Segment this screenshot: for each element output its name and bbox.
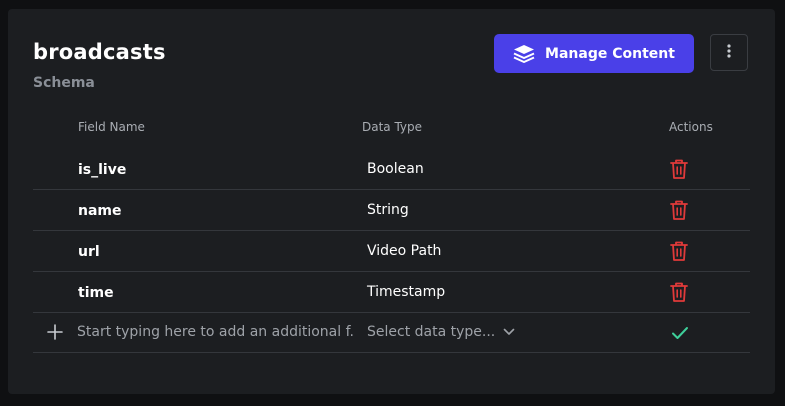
column-header-field-name: Field Name	[78, 120, 145, 134]
schema-card: broadcasts Schema Manage Content Field N…	[8, 9, 775, 394]
plus-icon[interactable]	[47, 324, 63, 344]
field-name-cell: is_live	[78, 162, 127, 178]
new-field-name-input[interactable]	[77, 324, 355, 340]
data-type-cell: Timestamp	[367, 284, 446, 300]
field-name-cell: name	[78, 203, 122, 219]
table-row: url Video Path	[33, 231, 750, 272]
layers-icon	[513, 44, 535, 64]
manage-content-label: Manage Content	[545, 45, 675, 62]
column-header-actions: Actions	[669, 120, 713, 134]
table-row: time Timestamp	[33, 272, 750, 313]
table-row: is_live Boolean	[33, 149, 750, 190]
chevron-down-icon	[503, 324, 515, 340]
data-type-cell: Video Path	[367, 243, 442, 259]
field-name-cell: url	[78, 244, 100, 260]
check-icon[interactable]	[671, 325, 689, 344]
trash-icon[interactable]	[669, 240, 689, 266]
column-header-data-type: Data Type	[362, 120, 423, 134]
data-type-select[interactable]: Select data type...	[367, 324, 515, 340]
table-row: name String	[33, 190, 750, 231]
page-title: broadcasts	[33, 40, 166, 64]
add-field-row: Select data type...	[33, 312, 750, 353]
data-type-cell: Boolean	[367, 161, 424, 177]
field-name-cell: time	[78, 285, 114, 301]
data-type-cell: String	[367, 202, 409, 218]
manage-content-button[interactable]: Manage Content	[494, 34, 694, 73]
page-subtitle: Schema	[33, 75, 95, 91]
data-type-select-label: Select data type...	[367, 324, 496, 340]
trash-icon[interactable]	[669, 281, 689, 307]
trash-icon[interactable]	[669, 199, 689, 225]
more-options-button[interactable]	[710, 34, 748, 71]
trash-icon[interactable]	[669, 158, 689, 184]
vertical-dots-icon	[727, 43, 731, 62]
